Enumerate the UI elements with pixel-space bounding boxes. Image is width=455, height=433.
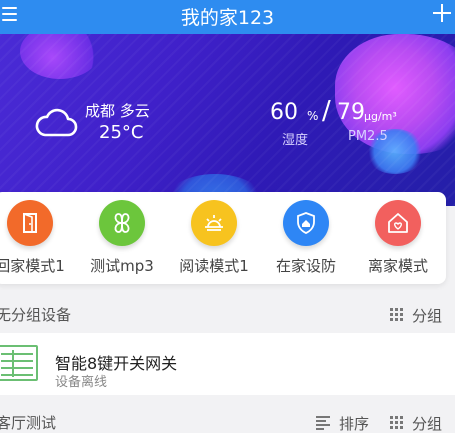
weather-temperature: 25°C [99,122,144,143]
group-button[interactable]: 分组 [412,305,442,326]
pm25-label: PM2.5 [348,129,388,144]
mode-label: 测试mp3 [90,257,154,275]
device-status: 设备离线 [55,375,108,390]
heart-home-icon [375,200,421,246]
humidity-unit: % [307,109,319,123]
section-header-ungrouped: 无分组设备 分组 [0,294,455,334]
value-separator: / [322,96,331,126]
mode-home-1[interactable]: 回家模式1 [0,200,75,280]
door-icon [7,200,53,246]
device-row[interactable]: 智能8键开关网关 设备离线 [0,333,455,395]
mode-test-mp3[interactable]: 测试mp3 [77,200,167,280]
clover-icon [99,200,145,246]
cloud-icon [35,108,78,137]
mode-reading-1[interactable]: 阅读模式1 [169,200,259,280]
add-icon[interactable] [433,4,451,22]
weather-city: 成都 多云 [85,102,150,120]
mode-home-armed[interactable]: 在家设防 [261,200,351,280]
mode-label: 阅读模式1 [179,257,249,275]
section-title: 客厅测试 [0,414,57,432]
mode-away[interactable]: 离家模式 [353,200,443,280]
section-header-living-room: 客厅测试 排序 分组 [0,402,455,433]
weather-banner: 成都 多云 25°C 60 % / 79 μg/m³ 湿度 PM2.5 [0,34,455,206]
scene-mode-panel: 回家模式1 测试mp3 阅读模式1 在家设防 离家模式 [0,192,446,284]
humidity-label: 湿度 [282,133,309,148]
page-title[interactable]: 我的家123 [0,3,455,30]
grid-icon[interactable] [390,416,404,430]
switch-panel-icon [0,345,38,381]
top-bar: 我的家123 [0,0,455,34]
group-button[interactable]: 分组 [412,413,442,433]
app-screen: 我的家123 成都 多云 25°C 60 % / 79 μg/m³ 湿度 PM2… [0,0,455,433]
section-title: 无分组设备 [0,306,72,324]
mode-label: 离家模式 [367,257,428,275]
sort-icon[interactable] [316,416,330,430]
grid-icon[interactable] [390,308,404,322]
humidity-value: 60 [270,100,298,125]
pm25-value: 79 [337,100,365,125]
shield-home-icon [283,200,329,246]
mode-label: 在家设防 [275,257,336,275]
mode-label: 回家模式1 [0,257,65,275]
sunrise-icon [191,200,237,246]
pm25-unit: μg/m³ [364,110,397,123]
sort-button[interactable]: 排序 [339,413,369,433]
